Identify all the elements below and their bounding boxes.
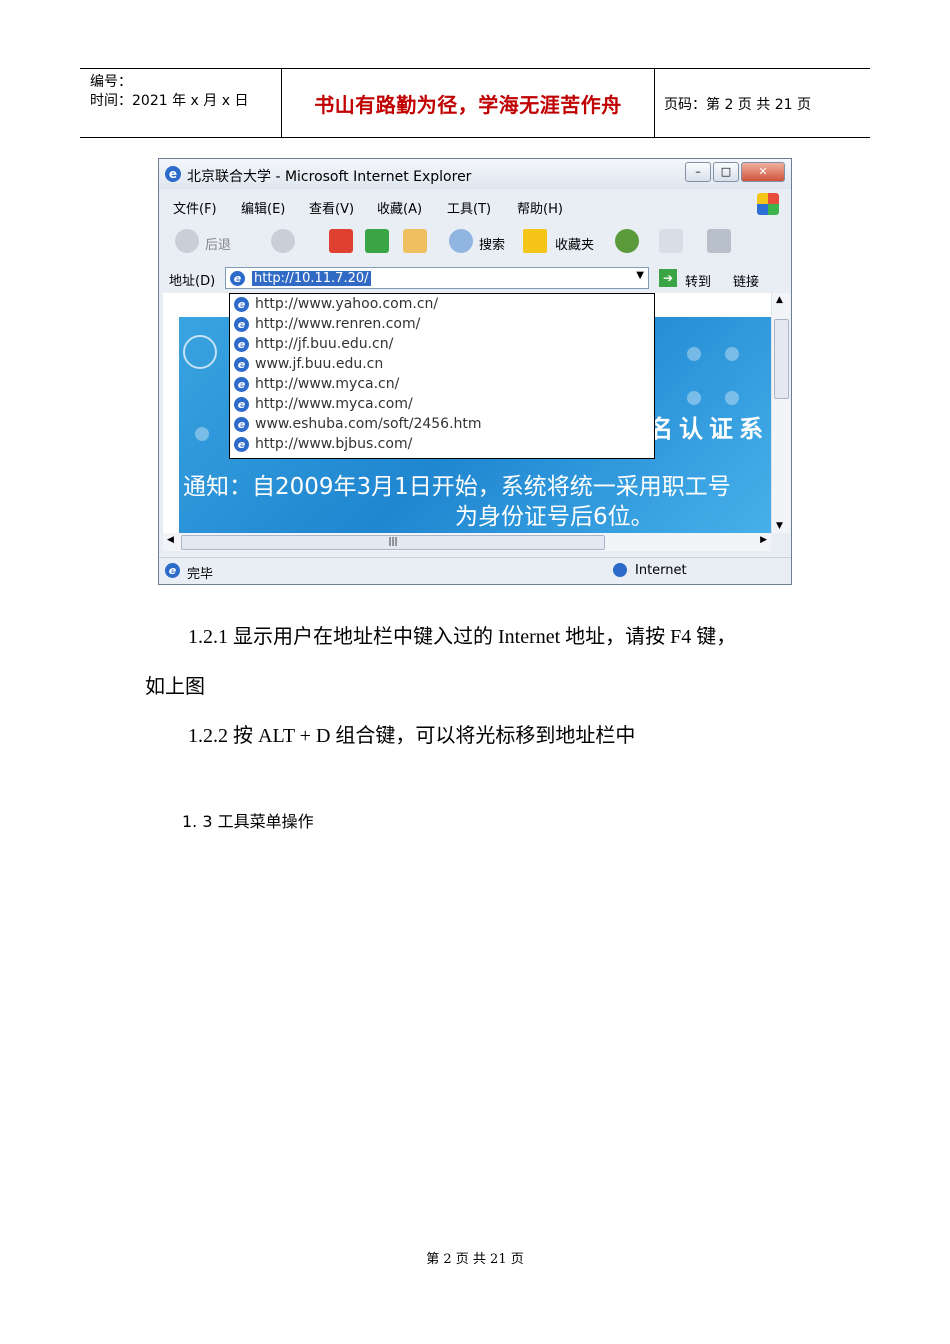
ie-logo-icon: e <box>165 166 181 182</box>
history-item[interactable]: e http://jf.buu.edu.cn/ <box>234 336 393 356</box>
windows-flag-icon <box>757 193 779 215</box>
page-icon: e <box>234 376 249 392</box>
motto: 书山有路勤为径，学海无涯苦作舟 <box>314 93 622 117</box>
menu-help[interactable]: 帮助(H) <box>517 198 563 217</box>
address-value[interactable]: http://10.11.7.20/ <box>252 271 371 286</box>
scroll-up-icon[interactable]: ▲ <box>776 295 783 305</box>
page-icon: e <box>234 316 249 332</box>
document-header: 编号： 时间：2021 年 x 月 x 日 书山有路勤为径，学海无涯苦作舟 页码… <box>80 68 870 138</box>
close-icon[interactable]: ✕ <box>741 162 785 182</box>
page-icon: e <box>230 271 245 286</box>
menu-favorites[interactable]: 收藏(A) <box>377 198 422 217</box>
page-icon: e <box>234 416 249 432</box>
forward-icon[interactable] <box>271 229 295 253</box>
page-info: 页码：第 2 页 共 21 页 <box>664 97 811 113</box>
address-history-dropdown: e http://www.yahoo.com.cn/ e http://www.re… <box>229 293 655 459</box>
globe-icon <box>613 563 627 577</box>
address-label: 地址(D) <box>169 274 216 289</box>
search-label[interactable]: 搜索 <box>479 234 505 253</box>
date-label: 时间：2021 年 x 月 x 日 <box>90 93 249 109</box>
page-icon: e <box>234 336 249 352</box>
history-item[interactable]: e http://www.renren.com/ <box>234 316 420 336</box>
notice-line1: 通知：自2009年3月1日开始，系统将统一采用职工号 <box>183 474 731 500</box>
history-item[interactable]: e www.eshuba.com/soft/2456.htm <box>234 416 482 436</box>
search-icon[interactable] <box>449 229 473 253</box>
horizontal-scrollbar[interactable]: ◀ ||| ▶ <box>163 533 771 551</box>
horizontal-scroll-thumb[interactable]: ||| <box>181 535 605 550</box>
page-icon: e <box>234 356 249 372</box>
ie-window-title: 北京联合大学 - Microsoft Internet Explorer <box>187 169 472 185</box>
scroll-left-icon[interactable]: ◀ <box>167 535 174 545</box>
header-meta: 编号： 时间：2021 年 x 月 x 日 <box>90 73 248 111</box>
stop-icon[interactable] <box>329 229 353 253</box>
ie-screenshot: e 北京联合大学 - Microsoft Internet Explorer –… <box>158 158 792 585</box>
banner-title-partial: 名认证系 <box>649 415 769 443</box>
status-bar: e 完毕 Internet <box>159 557 791 584</box>
favorites-star-icon[interactable] <box>523 229 547 253</box>
page-content: 名认证系 通知：自2009年3月1日开始，系统将统一采用职工号 为身份证号后6位… <box>163 293 771 533</box>
paragraph-1-line1: 1.2.1 显示用户在地址栏中键入过的 Internet 地址，请按 F4 键， <box>188 626 737 648</box>
page-icon: e <box>165 563 180 578</box>
ie-toolbar: 后退 搜索 收藏夹 <box>159 221 791 261</box>
notice-line2: 为身份证号后6位。 <box>455 504 654 530</box>
history-item[interactable]: e www.jf.buu.edu.cn <box>234 356 383 376</box>
home-icon[interactable] <box>403 229 427 253</box>
paragraph-1-line2: 如上图 <box>145 676 205 698</box>
links-button[interactable]: 链接 <box>733 271 759 290</box>
refresh-icon[interactable] <box>365 229 389 253</box>
number-label: 编号： <box>90 74 132 90</box>
section-heading: 1. 3 工具菜单操作 <box>182 812 314 831</box>
go-button[interactable]: 转到 <box>685 271 711 290</box>
mail-icon[interactable] <box>659 229 683 253</box>
page-icon: e <box>234 296 249 312</box>
menu-tools[interactable]: 工具(T) <box>447 198 491 217</box>
scroll-right-icon[interactable]: ▶ <box>760 535 767 545</box>
page-icon: e <box>234 436 249 452</box>
page-icon: e <box>234 396 249 412</box>
paragraph-2: 1.2.2 按 ALT + D 组合键，可以将光标移到地址栏中 <box>188 725 636 747</box>
history-icon[interactable] <box>615 229 639 253</box>
ie-menu-bar: 文件(F) 编辑(E) 查看(V) 收藏(A) 工具(T) 帮助(H) <box>159 193 791 217</box>
logo-ring-icon <box>183 335 217 369</box>
address-input[interactable]: e http://10.11.7.20/ ▼ <box>225 267 649 289</box>
page-footer: 第 2 页 共 21 页 <box>426 1252 524 1267</box>
back-icon[interactable] <box>175 229 199 253</box>
back-label[interactable]: 后退 <box>205 234 231 253</box>
menu-view[interactable]: 查看(V) <box>309 198 354 217</box>
favorites-label[interactable]: 收藏夹 <box>555 234 594 253</box>
address-bar: 地址(D) e http://10.11.7.20/ ▼ ➔ 转到 链接 <box>159 265 791 291</box>
header-divider <box>654 69 655 137</box>
go-arrow-icon[interactable]: ➔ <box>659 269 677 287</box>
history-item[interactable]: e http://www.bjbus.com/ <box>234 436 412 456</box>
vertical-scrollbar[interactable]: ▲ ▼ <box>771 293 790 533</box>
maximize-icon[interactable]: □ <box>713 162 739 182</box>
zone-text: Internet <box>635 563 687 578</box>
print-icon[interactable] <box>707 229 731 253</box>
scroll-down-icon[interactable]: ▼ <box>776 521 783 531</box>
ie-title-bar: e 北京联合大学 - Microsoft Internet Explorer –… <box>159 159 791 189</box>
dropdown-arrow-icon[interactable]: ▼ <box>636 270 644 281</box>
history-item[interactable]: e http://www.myca.com/ <box>234 396 413 416</box>
vertical-scroll-thumb[interactable] <box>774 319 789 399</box>
status-text: 完毕 <box>187 567 214 582</box>
menu-edit[interactable]: 编辑(E) <box>241 198 285 217</box>
history-item[interactable]: e http://www.myca.cn/ <box>234 376 399 396</box>
history-item[interactable]: e http://www.yahoo.com.cn/ <box>234 296 438 316</box>
minimize-icon[interactable]: – <box>685 162 711 182</box>
menu-file[interactable]: 文件(F) <box>173 198 217 217</box>
